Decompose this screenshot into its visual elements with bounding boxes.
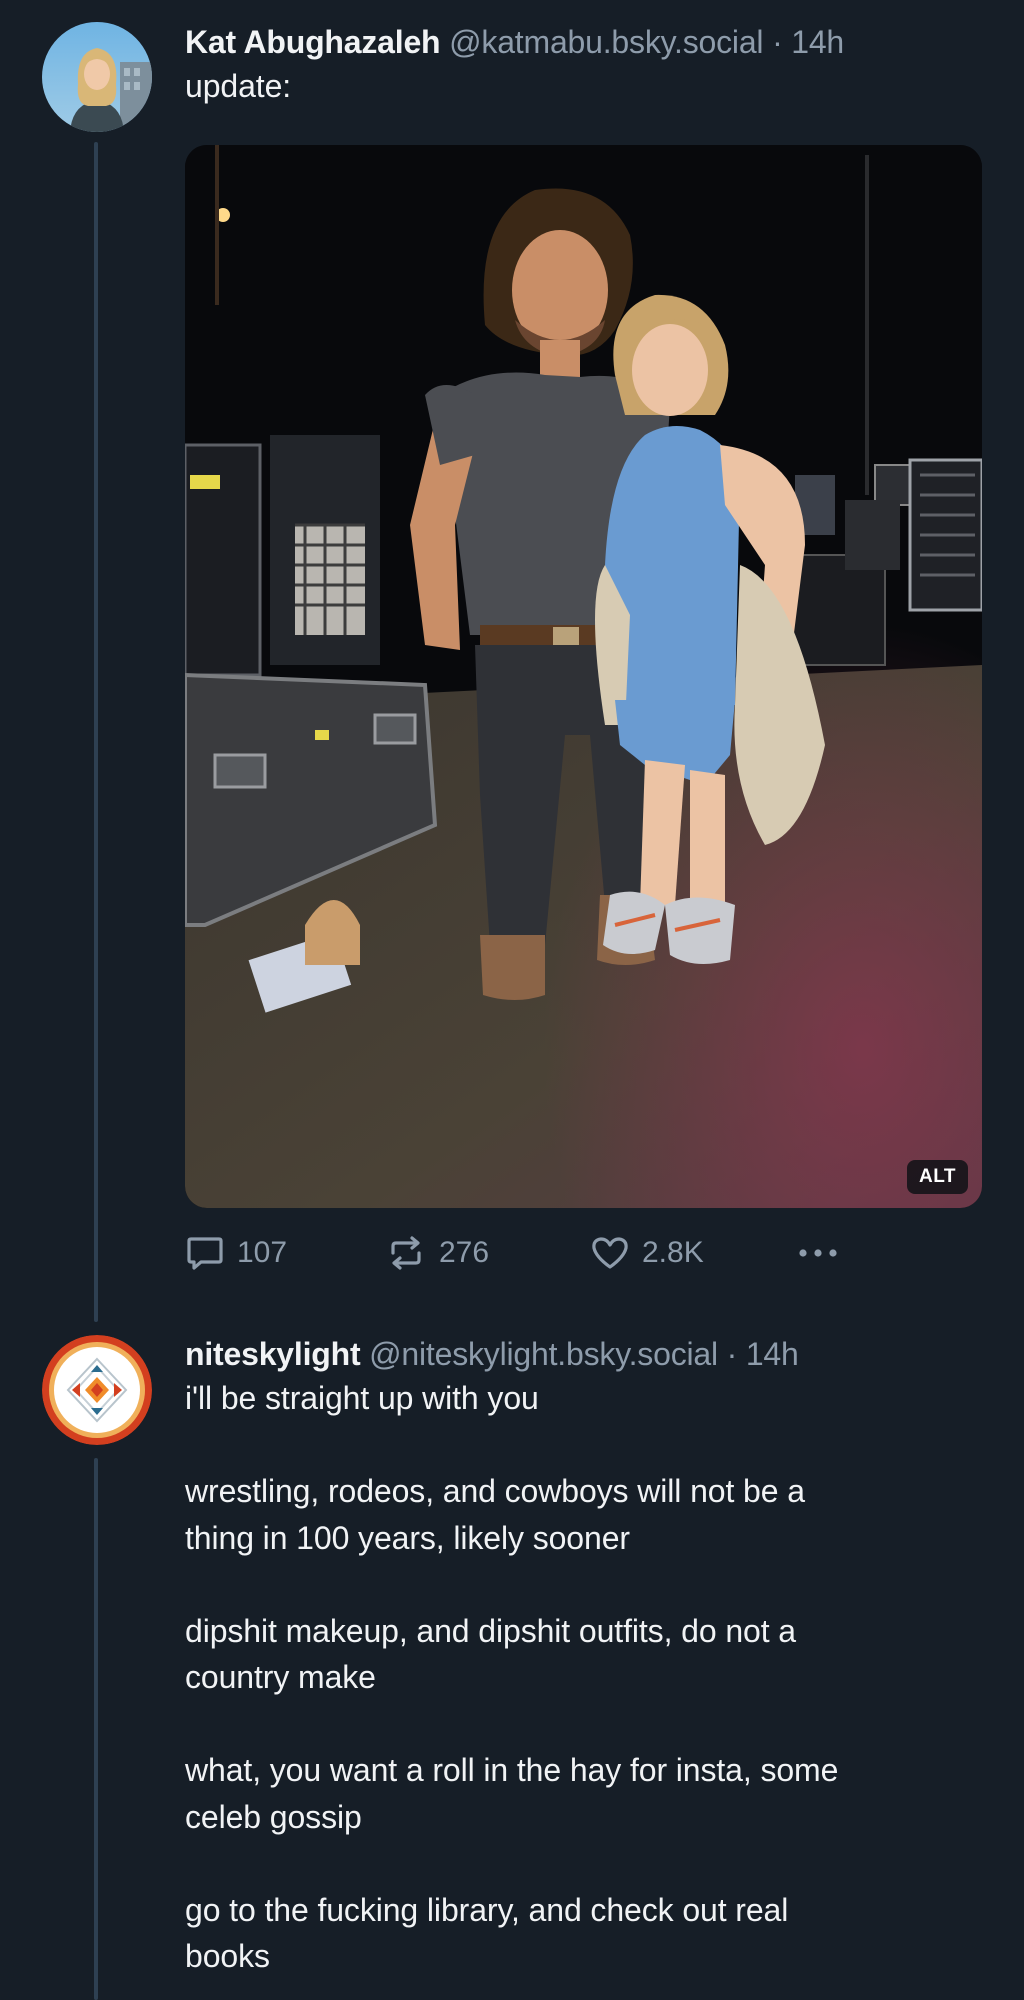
author-handle[interactable]: @niteskylight.bsky.social <box>369 1336 718 1372</box>
post-text: i'll be straight up with you wrestling, … <box>185 1380 839 1974</box>
post-text: update: <box>185 68 292 104</box>
author-display-name[interactable]: Kat Abughazaleh <box>185 24 441 60</box>
repost-count: 276 <box>439 1236 490 1269</box>
post[interactable]: Kat Abughazaleh @katmabu.bsky.social · 1… <box>185 20 984 109</box>
repost-arrows-icon <box>391 1236 421 1270</box>
header-separator: · <box>726 1336 738 1372</box>
backstage-photo-icon <box>185 145 982 1208</box>
avatar-photo-icon <box>42 22 152 132</box>
post-timestamp[interactable]: 14h <box>791 24 844 60</box>
reply-button[interactable]: 107 <box>185 1228 287 1278</box>
author-display-name[interactable]: niteskylight <box>185 1336 361 1372</box>
author-handle[interactable]: @katmabu.bsky.social <box>449 24 763 60</box>
post-header: niteskylight @niteskylight.bsky.social ·… <box>185 1332 984 1376</box>
thread-connector-line <box>94 1458 98 2000</box>
heart-icon <box>592 1237 628 1269</box>
like-count: 2.8K <box>642 1236 704 1269</box>
post-timestamp[interactable]: 14h <box>746 1336 799 1372</box>
post-action-bar: 107 276 2.8K <box>185 1228 985 1278</box>
alt-text-badge[interactable]: ALT <box>906 1160 968 1194</box>
post-image[interactable]: ALT <box>185 145 982 1208</box>
avatar[interactable] <box>42 22 152 132</box>
native-pattern-logo-icon <box>42 1335 152 1445</box>
like-button[interactable]: 2.8K <box>590 1228 704 1278</box>
post[interactable]: niteskylight @niteskylight.bsky.social ·… <box>185 1332 984 1980</box>
speech-bubble-icon <box>187 1237 223 1270</box>
more-options-button[interactable] <box>795 1228 841 1278</box>
post-header: Kat Abughazaleh @katmabu.bsky.social · 1… <box>185 20 984 64</box>
reply-count: 107 <box>237 1236 288 1269</box>
thread-connector-line <box>94 142 98 1322</box>
ellipsis-icon <box>799 1249 837 1257</box>
avatar[interactable] <box>42 1335 152 1445</box>
header-separator: · <box>772 24 783 60</box>
repost-button[interactable]: 276 <box>385 1228 489 1278</box>
thread-view: Kat Abughazaleh @katmabu.bsky.social · 1… <box>0 0 1024 2000</box>
